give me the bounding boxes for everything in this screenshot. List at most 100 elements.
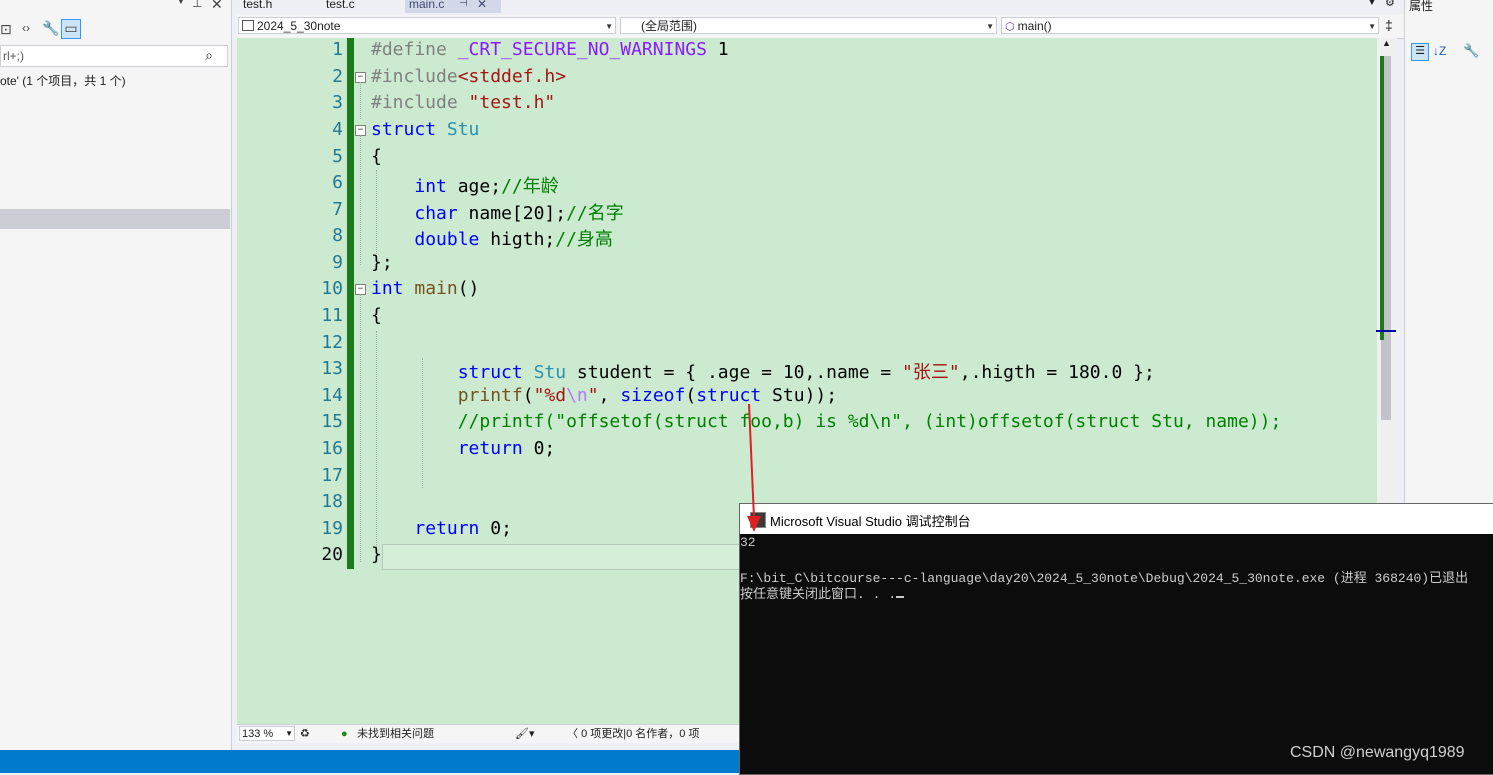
tab-label: test.h	[243, 0, 273, 11]
solution-tree-root[interactable]: ote' (1 个项目，共 1 个)	[0, 72, 126, 89]
code-line-11: {	[371, 305, 382, 326]
tab-dropdown-icon[interactable]: ▼	[1367, 0, 1377, 8]
preview-icon[interactable]: ▭	[61, 19, 81, 39]
line-number: 13	[321, 358, 343, 379]
tab-test-c[interactable]: test.c	[322, 0, 359, 13]
brush-icon[interactable]: 🖌▾	[515, 727, 535, 741]
line-number: 20	[321, 544, 343, 565]
chevron-down-icon: ▼	[986, 22, 994, 31]
alphabetical-icon[interactable]: ↓Z	[1433, 44, 1446, 58]
console-output-line: 32	[740, 535, 756, 550]
code-line-9: };	[371, 252, 393, 273]
close-icon[interactable]: ✕	[477, 0, 487, 11]
line-number: 7	[332, 199, 343, 220]
issues-text[interactable]: 未找到相关问题	[357, 727, 434, 741]
code-line-2: #include<stddef.h>	[371, 66, 567, 87]
code-line-16: return 0;	[457, 438, 556, 459]
code-line-14: printf("%d\n", sizeof(struct Stu));	[457, 385, 838, 406]
function-icon: ⬡	[1005, 21, 1018, 33]
tab-label: test.c	[326, 0, 355, 11]
code-line-20: }	[371, 544, 382, 565]
chevron-down-icon: ▼	[605, 22, 613, 31]
line-number: 19	[321, 518, 343, 539]
scope-dropdown[interactable]: (全局范围) ▼	[620, 17, 997, 34]
line-number: 14	[321, 385, 343, 406]
solution-explorer-pane: ▼ ⊥ ✕ ⊡ ‹› 🔧 ▭ rl+;) ⌕ ote' (1 个项目，共 1 个…	[0, 0, 232, 750]
wrench-icon[interactable]: 🔧	[42, 20, 59, 37]
console-prompt-text: 按任意键关闭此窗口. . .	[740, 587, 897, 602]
fold-guide	[360, 135, 361, 265]
fold-guide	[360, 294, 361, 562]
wrench-icon[interactable]: 🔧	[1463, 43, 1479, 59]
code-line-1: #define _CRT_SECURE_NO_WARNINGS 1	[371, 39, 729, 60]
close-icon[interactable]: ✕	[211, 0, 223, 13]
function-dropdown[interactable]: ⬡ main() ▼	[1001, 17, 1379, 34]
check-icon: ●	[341, 728, 348, 740]
watermark: CSDN @newangyq1989	[1290, 744, 1465, 761]
zoom-level: 133 %	[242, 728, 274, 740]
line-number: 9	[332, 252, 343, 273]
arrow-shaft	[748, 403, 755, 519]
properties-title: 属性	[1409, 0, 1434, 13]
project-dropdown[interactable]: 2024_5_30note ▼	[238, 17, 616, 34]
pin-icon[interactable]: ⊥	[192, 0, 202, 10]
settings-icon[interactable]: ⚙	[1385, 0, 1395, 9]
line-number: 8	[332, 225, 343, 246]
search-icon[interactable]: ⌕	[205, 47, 213, 64]
solution-explorer-toolbar: ▼ ⊥ ✕ ⊡ ‹› 🔧 ▭	[0, 0, 231, 42]
function-name: main()	[1017, 19, 1052, 33]
console-title-bar[interactable]: Microsoft Visual Studio 调试控制台	[740, 504, 1493, 534]
code-line-4: struct Stu	[371, 119, 480, 140]
changes-text[interactable]: 〈 0 项更改|0 名作者，0 项	[567, 727, 699, 741]
zoom-dropdown[interactable]: 133 % ▼	[239, 726, 295, 741]
line-number: 3	[332, 92, 343, 113]
line-number: 18	[321, 491, 343, 512]
tab-main-c[interactable]: main.c ⊣ ✕	[405, 0, 501, 13]
line-number: 11	[321, 305, 343, 326]
scroll-up-icon[interactable]: ▲	[1382, 38, 1391, 48]
line-number: 1	[332, 39, 343, 60]
document-tabs: test.h test.c main.c ⊣ ✕ ▼ ⚙	[237, 0, 1404, 14]
dropdown-icon[interactable]: ▼	[176, 0, 186, 7]
project-name: 2024_5_30note	[257, 19, 341, 33]
code-line-15: //printf("offsetof(struct foo,b) is %d\n…	[457, 411, 1282, 432]
code-line-6: int age;//年龄	[414, 176, 559, 197]
red-arrow-annotation	[747, 403, 761, 532]
debug-console-window[interactable]: Microsoft Visual Studio 调试控制台 32 F:\bit_…	[739, 503, 1493, 775]
chevron-down-icon: ▼	[1368, 22, 1376, 31]
fold-guide	[360, 82, 361, 119]
pane-splitter[interactable]	[232, 0, 236, 750]
code-line-19: return 0;	[414, 518, 512, 539]
line-number: 10	[321, 278, 343, 299]
health-icon[interactable]: ♻	[300, 727, 310, 741]
main-status-bar	[0, 750, 740, 773]
navigation-bar: 2024_5_30note ▼ (全局范围) ▼ ⬡ main() ▼ ‡	[237, 15, 1404, 39]
code-line-13: struct Stu student = { .age = 10,.name =…	[457, 362, 1155, 383]
code-line-5: {	[371, 146, 382, 167]
split-icon[interactable]: ‡	[1385, 17, 1393, 33]
line-number: 17	[321, 465, 343, 486]
pin-icon[interactable]: ⊣	[459, 0, 468, 9]
project-icon	[242, 20, 254, 31]
line-number: 5	[332, 146, 343, 167]
arrow-head	[747, 516, 761, 532]
categorized-icon[interactable]: ☰	[1411, 43, 1429, 61]
line-number: 16	[321, 438, 343, 459]
selected-tree-item[interactable]	[0, 209, 230, 229]
tab-label: main.c	[409, 0, 445, 11]
tab-test-h[interactable]: test.h	[239, 0, 276, 13]
scope-name: (全局范围)	[641, 19, 697, 33]
change-tracking-bar	[347, 38, 354, 569]
solution-search-input[interactable]: rl+;) ⌕	[0, 45, 228, 67]
line-number: 15	[321, 411, 343, 432]
sync-icon[interactable]: ⊡	[0, 21, 12, 38]
line-number: 12	[321, 332, 343, 353]
search-placeholder: rl+;)	[3, 49, 24, 63]
code-line-3: #include "test.h"	[371, 92, 556, 113]
console-output-line: 按任意键关闭此窗口. . .	[740, 583, 905, 602]
code-line-8: double higth;//身高	[414, 229, 613, 250]
code-line-7: char name[20];//名字	[414, 203, 624, 224]
code-view-icon[interactable]: ‹›	[22, 21, 30, 35]
line-number: 4	[332, 119, 343, 140]
chevron-down-icon: ▼	[285, 729, 293, 738]
